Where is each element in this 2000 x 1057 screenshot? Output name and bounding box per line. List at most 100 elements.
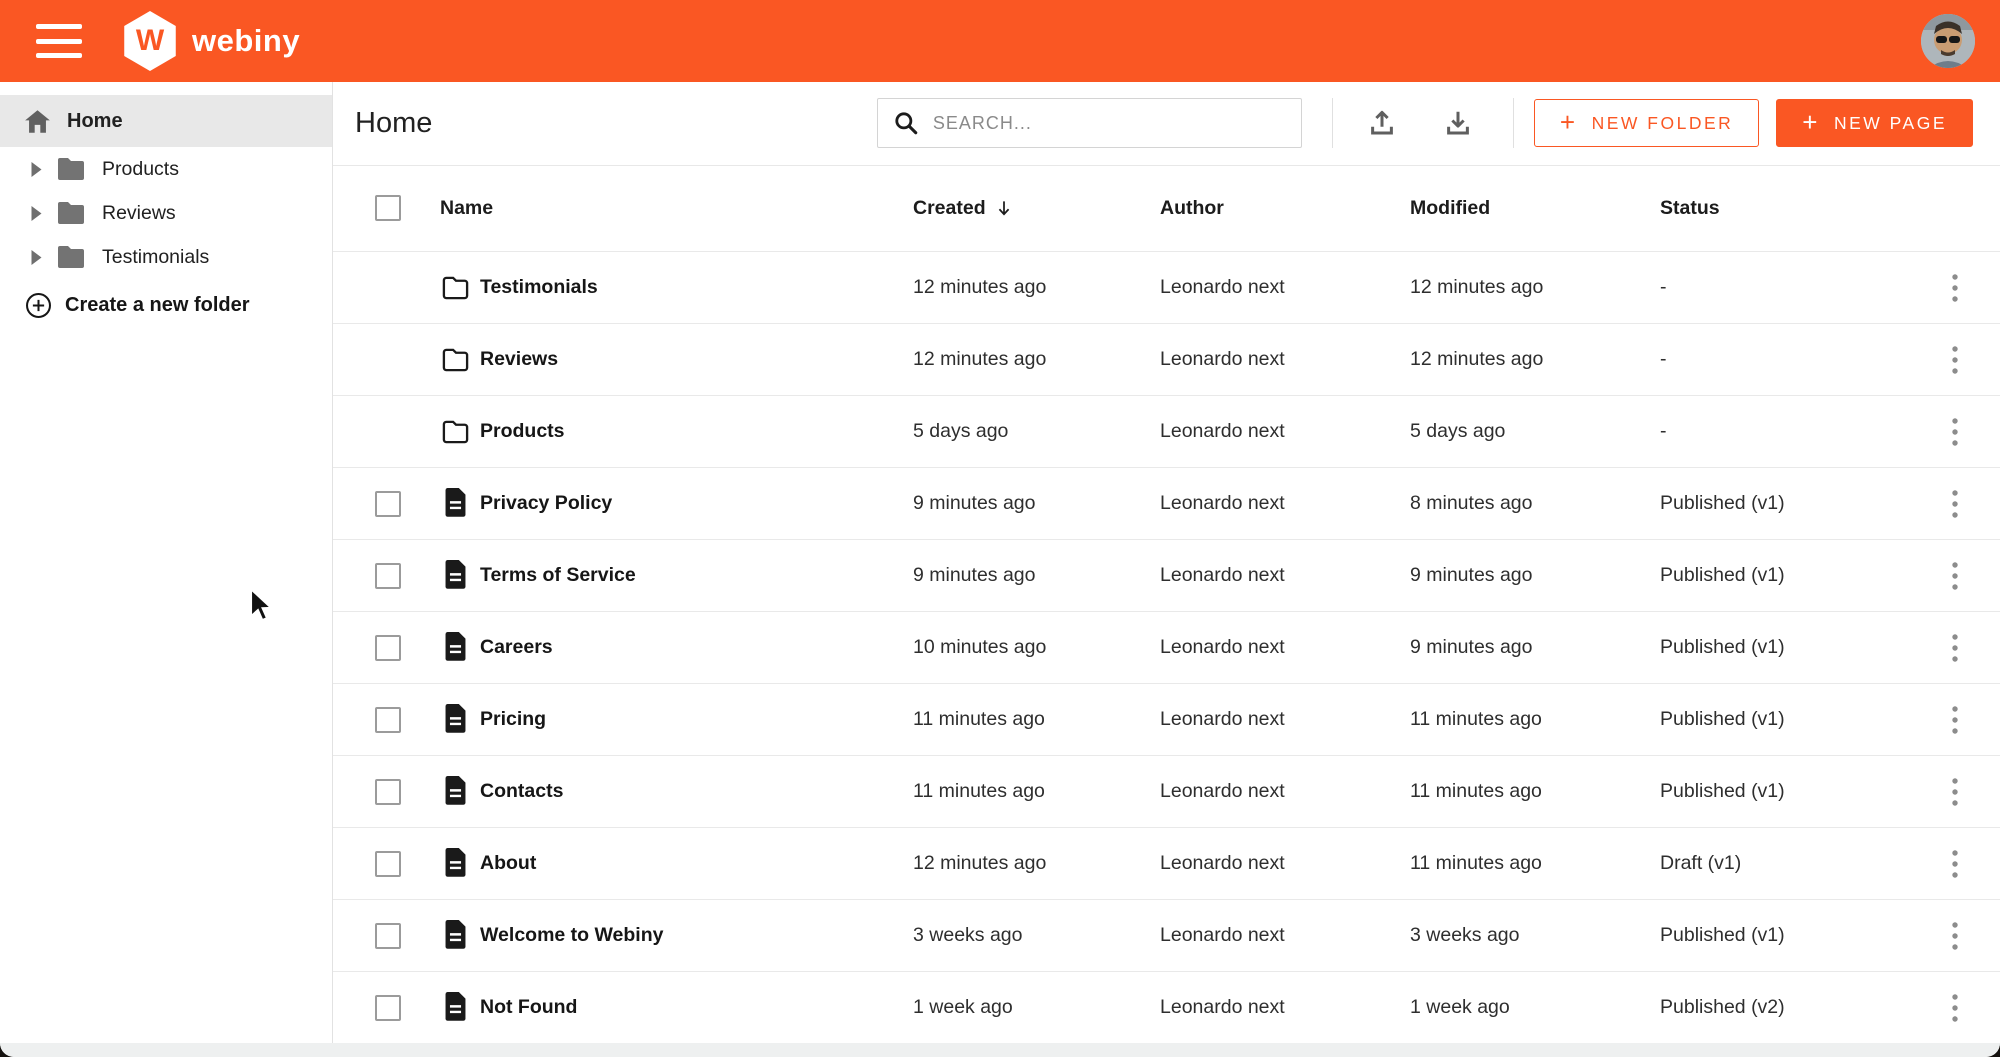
row-checkbox[interactable] <box>375 635 401 661</box>
table-row[interactable]: Terms of Service 9 minutes ago Leonardo … <box>333 539 2000 611</box>
row-created: 11 minutes ago <box>913 708 1160 731</box>
row-checkbox[interactable] <box>375 491 401 517</box>
table-body: Testimonials 12 minutes ago Leonardo nex… <box>333 251 2000 1043</box>
search-input[interactable] <box>933 113 1287 134</box>
kebab-menu-icon <box>1951 633 1959 663</box>
table-row[interactable]: Pricing 11 minutes ago Leonardo next 11 … <box>333 683 2000 755</box>
row-name[interactable]: Terms of Service <box>480 564 636 587</box>
row-name[interactable]: Reviews <box>480 348 558 371</box>
create-new-folder-button[interactable]: Create a new folder <box>0 283 332 327</box>
column-header-status[interactable]: Status <box>1660 197 1910 220</box>
table-row[interactable]: Privacy Policy 9 minutes ago Leonardo ne… <box>333 467 2000 539</box>
row-name[interactable]: Pricing <box>480 708 546 731</box>
row-menu-button[interactable] <box>1941 483 1969 525</box>
row-menu-button[interactable] <box>1941 915 1969 957</box>
row-modified: 11 minutes ago <box>1410 708 1660 731</box>
document-icon <box>440 920 470 951</box>
row-author: Leonardo next <box>1160 348 1410 371</box>
column-header-created[interactable]: Created <box>913 197 1160 220</box>
sidebar-item-home[interactable]: Home <box>0 95 332 147</box>
row-status: - <box>1660 276 1910 299</box>
sidebar-item-products[interactable]: Products <box>0 147 332 191</box>
select-all-checkbox[interactable] <box>375 195 401 221</box>
import-upload-button[interactable] <box>1361 102 1403 144</box>
row-author: Leonardo next <box>1160 996 1410 1019</box>
row-checkbox[interactable] <box>375 779 401 805</box>
hamburger-menu-icon[interactable] <box>36 24 82 58</box>
row-modified: 9 minutes ago <box>1410 636 1660 659</box>
table-row[interactable]: Not Found 1 week ago Leonardo next 1 wee… <box>333 971 2000 1043</box>
new-folder-button[interactable]: + NEW FOLDER <box>1534 99 1759 147</box>
row-name[interactable]: Privacy Policy <box>480 492 612 515</box>
row-modified: 1 week ago <box>1410 996 1660 1019</box>
row-checkbox[interactable] <box>375 851 401 877</box>
row-name[interactable]: Testimonials <box>480 276 598 299</box>
sidebar-item-testimonials[interactable]: Testimonials <box>0 235 332 279</box>
row-name[interactable]: Welcome to Webiny <box>480 924 663 947</box>
row-menu-button[interactable] <box>1941 699 1969 741</box>
row-name[interactable]: Not Found <box>480 996 577 1019</box>
row-menu-button[interactable] <box>1941 339 1969 381</box>
row-checkbox[interactable] <box>375 995 401 1021</box>
document-icon <box>440 992 470 1023</box>
window-bottom-strip <box>0 1043 2000 1057</box>
table-row[interactable]: Contacts 11 minutes ago Leonardo next 11… <box>333 755 2000 827</box>
table-row[interactable]: Products 5 days ago Leonardo next 5 days… <box>333 395 2000 467</box>
row-checkbox[interactable] <box>375 923 401 949</box>
row-checkbox[interactable] <box>375 563 401 589</box>
row-name[interactable]: Careers <box>480 636 553 659</box>
row-menu-button[interactable] <box>1941 411 1969 453</box>
chevron-right-icon[interactable] <box>30 162 56 177</box>
row-menu-button[interactable] <box>1941 627 1969 669</box>
row-menu-button[interactable] <box>1941 555 1969 597</box>
row-menu-button[interactable] <box>1941 267 1969 309</box>
sidebar-item-reviews[interactable]: Reviews <box>0 191 332 235</box>
row-modified: 11 minutes ago <box>1410 852 1660 875</box>
row-created: 1 week ago <box>913 996 1160 1019</box>
folder-icon <box>440 347 470 373</box>
row-menu-button[interactable] <box>1941 987 1969 1029</box>
folder-icon <box>440 419 470 445</box>
kebab-menu-icon <box>1951 417 1959 447</box>
table-row[interactable]: Careers 10 minutes ago Leonardo next 9 m… <box>333 611 2000 683</box>
row-name[interactable]: Contacts <box>480 780 563 803</box>
row-menu-button[interactable] <box>1941 771 1969 813</box>
export-download-button[interactable] <box>1437 102 1479 144</box>
sidebar-item-label: Products <box>102 158 179 181</box>
row-modified: 5 days ago <box>1410 420 1660 443</box>
row-name[interactable]: About <box>480 852 536 875</box>
table-row[interactable]: Reviews 12 minutes ago Leonardo next 12 … <box>333 323 2000 395</box>
row-status: - <box>1660 420 1910 443</box>
row-created: 12 minutes ago <box>913 852 1160 875</box>
row-created: 10 minutes ago <box>913 636 1160 659</box>
table-row[interactable]: Testimonials 12 minutes ago Leonardo nex… <box>333 251 2000 323</box>
row-created: 11 minutes ago <box>913 780 1160 803</box>
chevron-right-icon[interactable] <box>30 250 56 265</box>
new-page-button-label: NEW PAGE <box>1834 113 1947 134</box>
row-author: Leonardo next <box>1160 564 1410 587</box>
row-author: Leonardo next <box>1160 852 1410 875</box>
column-header-author[interactable]: Author <box>1160 197 1410 220</box>
row-name[interactable]: Products <box>480 420 565 443</box>
column-header-name[interactable]: Name <box>440 197 913 220</box>
new-page-button[interactable]: + NEW PAGE <box>1776 99 1973 147</box>
user-avatar[interactable] <box>1921 14 1975 68</box>
sidebar-item-label: Home <box>67 110 123 133</box>
row-modified: 11 minutes ago <box>1410 780 1660 803</box>
column-header-created-label: Created <box>913 197 986 220</box>
document-icon <box>440 848 470 879</box>
column-header-modified[interactable]: Modified <box>1410 197 1660 220</box>
page-title: Home <box>355 107 432 140</box>
row-checkbox[interactable] <box>375 707 401 733</box>
sidebar-item-label: Testimonials <box>102 246 209 269</box>
folder-icon <box>56 157 86 182</box>
table-row[interactable]: About 12 minutes ago Leonardo next 11 mi… <box>333 827 2000 899</box>
row-modified: 9 minutes ago <box>1410 564 1660 587</box>
chevron-right-icon[interactable] <box>30 206 56 221</box>
table-row[interactable]: Welcome to Webiny 3 weeks ago Leonardo n… <box>333 899 2000 971</box>
row-menu-button[interactable] <box>1941 843 1969 885</box>
kebab-menu-icon <box>1951 777 1959 807</box>
webiny-wordmark: webiny <box>192 23 300 59</box>
document-icon <box>440 560 470 591</box>
kebab-menu-icon <box>1951 489 1959 519</box>
